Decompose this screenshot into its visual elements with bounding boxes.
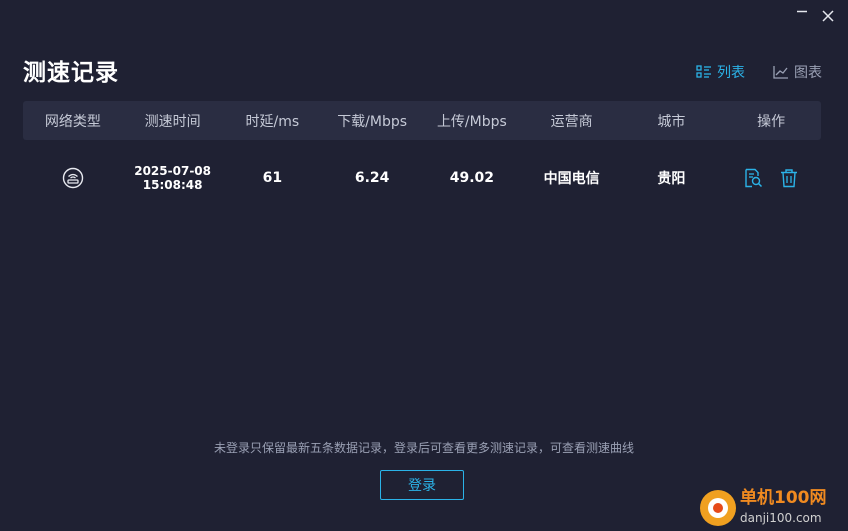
view-switch: 列表 图表 bbox=[696, 62, 822, 82]
column-header-city: 城市 bbox=[657, 113, 686, 130]
tab-list[interactable]: 列表 bbox=[696, 62, 745, 82]
table-row: 2025-07-08 15:08:48 61 6.24 49.02 中国电信 贵… bbox=[23, 140, 821, 216]
column-header-latency: 时延/ms bbox=[245, 113, 300, 130]
speed-record-table: 网络类型 测速时间 时延/ms 下载/Mbps 上传/Mbps 运营商 城市 操… bbox=[23, 101, 821, 216]
watermark-url: danji100.com bbox=[740, 511, 822, 525]
watermark-name: 单机100网 bbox=[740, 488, 827, 508]
list-icon bbox=[696, 65, 711, 78]
close-button[interactable] bbox=[818, 6, 838, 26]
column-header-actions: 操作 bbox=[757, 113, 786, 130]
upload-cell: 49.02 bbox=[449, 170, 495, 186]
latency-cell: 61 bbox=[262, 170, 283, 186]
test-time-cell: 2025-07-08 15:08:48 bbox=[123, 164, 223, 192]
page-title: 测速记录 bbox=[23, 60, 119, 86]
test-time: 15:08:48 bbox=[142, 178, 203, 192]
column-header-isp: 运营商 bbox=[550, 113, 593, 130]
isp-cell: 中国电信 bbox=[543, 171, 600, 187]
column-header-network-type: 网络类型 bbox=[44, 113, 101, 130]
document-search-icon bbox=[745, 168, 763, 188]
line-chart-icon bbox=[773, 66, 788, 79]
login-notice: 未登录只保留最新五条数据记录，登录后可查看更多测速记录，可查看测速曲线 bbox=[213, 441, 634, 455]
tab-chart-label: 图表 bbox=[794, 65, 822, 81]
column-header-test-time: 测速时间 bbox=[144, 113, 201, 130]
watermark-logo-icon bbox=[700, 490, 736, 526]
network-type-cell bbox=[23, 167, 123, 189]
actions-cell bbox=[721, 168, 821, 188]
tab-list-label: 列表 bbox=[717, 65, 745, 81]
minimize-button[interactable] bbox=[792, 6, 812, 26]
download-cell: 6.24 bbox=[354, 170, 390, 186]
login-button[interactable]: 登录 bbox=[380, 470, 464, 500]
tab-chart[interactable]: 图表 bbox=[773, 62, 822, 82]
speed-record-window: 测速记录 列表 图表 网络类型 测速时间 时延/ms 下载/Mbps 上传/Mb… bbox=[0, 0, 848, 531]
view-detail-button[interactable] bbox=[743, 168, 763, 188]
column-header-upload: 上传/Mbps bbox=[436, 113, 507, 130]
test-date: 2025-07-08 bbox=[134, 164, 211, 178]
delete-button[interactable] bbox=[779, 168, 799, 188]
close-icon bbox=[822, 10, 834, 22]
watermark-logo: 单机100网 danji100.com bbox=[700, 488, 827, 528]
column-header-download: 下载/Mbps bbox=[337, 113, 408, 130]
minimize-icon bbox=[797, 10, 807, 13]
table-header: 网络类型 测速时间 时延/ms 下载/Mbps 上传/Mbps 运营商 城市 操… bbox=[23, 101, 821, 140]
trash-icon bbox=[781, 169, 798, 188]
router-icon bbox=[62, 167, 84, 189]
city-cell: 贵阳 bbox=[657, 171, 686, 187]
